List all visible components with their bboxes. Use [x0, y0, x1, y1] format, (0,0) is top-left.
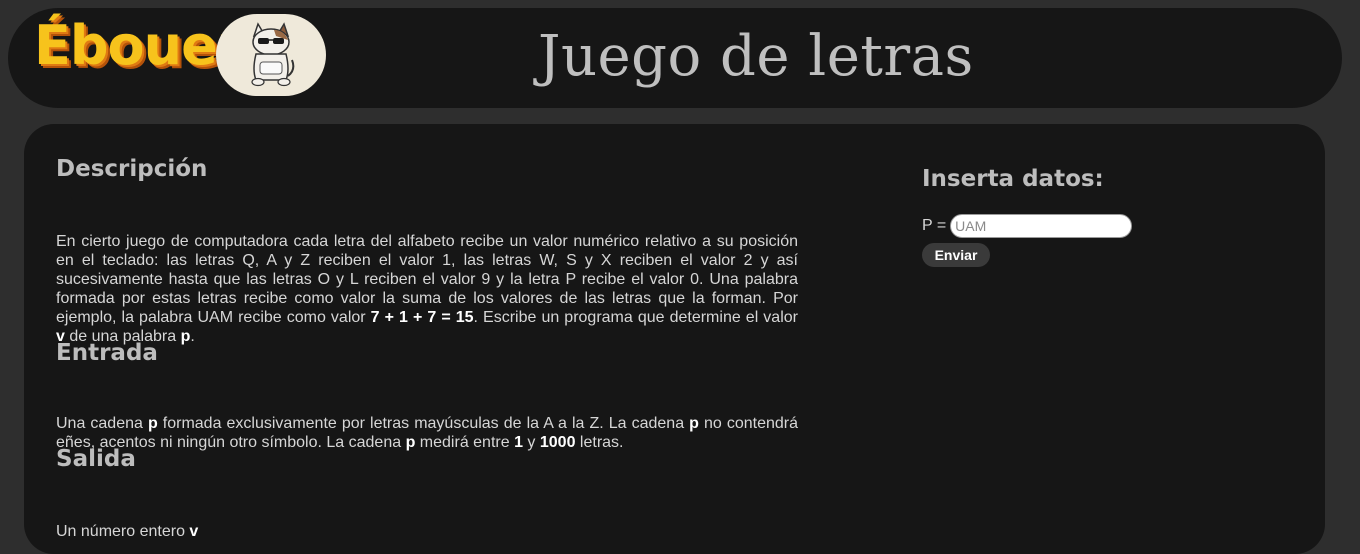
submit-button[interactable]: Enviar [922, 243, 990, 267]
output-text: Un número entero v [56, 523, 199, 540]
p-field-row: P = [922, 214, 1133, 238]
input-text: Una cadena p formada exclusivamente por … [56, 415, 798, 451]
data-entry-form: Inserta datos: P = Enviar [922, 166, 1222, 267]
description-heading: Descripción [56, 156, 208, 182]
description-text: En cierto juego de computadora cada letr… [56, 233, 798, 345]
output-heading: Salida [56, 446, 136, 472]
form-heading: Inserta datos: [922, 166, 1104, 192]
problem-card: Descripción En cierto juego de computado… [24, 124, 1325, 554]
vertical-scrollbar[interactable] [1343, 0, 1360, 534]
page-title: Juego de letras [538, 24, 974, 89]
cat-mascot-icon [251, 22, 295, 87]
p-field-label: P = [922, 217, 947, 234]
p-input[interactable] [950, 214, 1133, 238]
input-heading: Entrada [56, 340, 158, 366]
cat-mascot-logo[interactable] [216, 14, 326, 96]
site-header: Éboueur Juego de letras [8, 8, 1342, 108]
